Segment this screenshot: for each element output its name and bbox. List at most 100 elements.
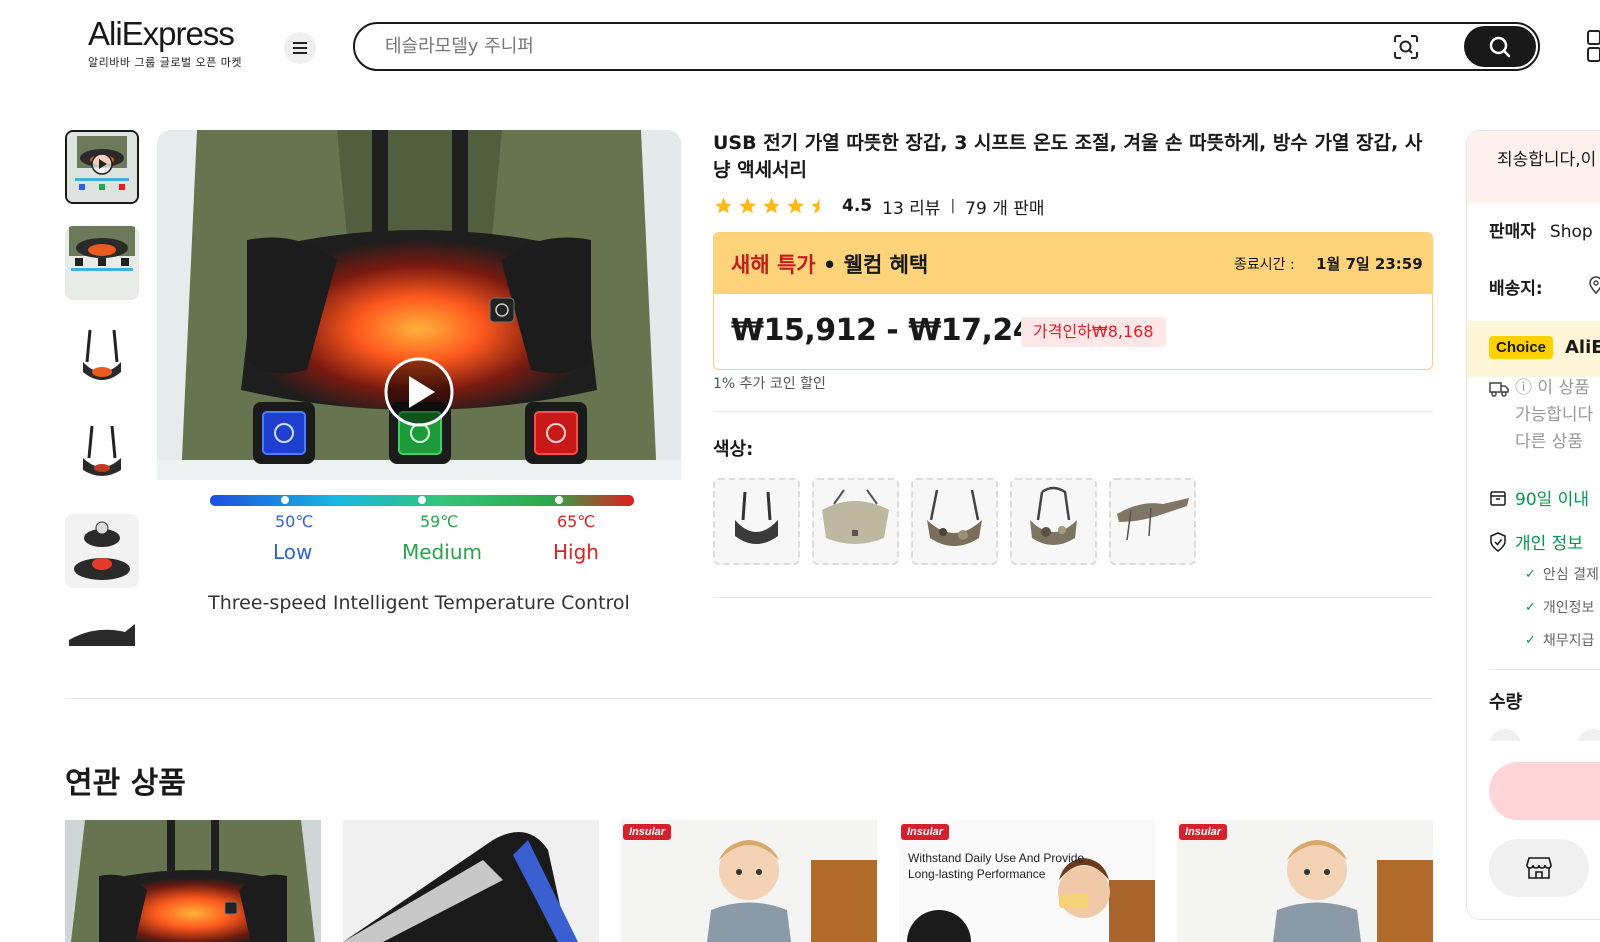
shield-check-icon <box>1490 531 1506 552</box>
check-text: 개인정보 <box>1542 600 1595 616</box>
insular-tag: Insular <box>1179 824 1228 840</box>
star-rating[interactable] <box>713 196 830 216</box>
star-icon <box>787 197 804 214</box>
star-icon <box>739 197 756 214</box>
logo-tagline: 알리바바 그룹 글로벌 오픈 마켓 <box>88 56 243 69</box>
level-medium: Medium <box>402 540 482 564</box>
related-product-card[interactable] <box>343 820 599 942</box>
discount-badge: 가격인하₩8,168 <box>1021 317 1166 347</box>
note-line-1: ⓘ 이 상품 <box>1515 378 1590 398</box>
search-input[interactable] <box>385 24 1285 69</box>
choice-bar: Choice AliE <box>1467 321 1600 377</box>
product-title: USB 전기 가열 따뜻한 장갑, 3 시프트 온도 조절, 겨울 손 따뜻하게… <box>713 132 1423 181</box>
main-product-image[interactable]: 50℃ 59℃ 65℃ Low Medium High Three-speed … <box>157 130 681 654</box>
divider <box>1489 669 1600 670</box>
increase-button[interactable] <box>1577 729 1600 741</box>
color-option-camo-3[interactable] <box>1109 478 1196 565</box>
divider: | <box>950 198 956 214</box>
thumbnail-video[interactable] <box>65 130 139 204</box>
product-image-caption: Withstand Daily Use And Provide Long-last… <box>908 850 1084 882</box>
logo-text: AliExpress <box>88 15 235 52</box>
search-button[interactable] <box>1464 26 1536 67</box>
caption-line-1: Withstand Daily Use And Provide <box>908 851 1085 865</box>
promo-subtitle: 웰컴 혜택 <box>843 253 929 277</box>
level-high: High <box>553 540 599 564</box>
insular-tag: Insular <box>901 824 950 840</box>
temp-medium: 59℃ <box>420 512 459 531</box>
check-icon: ✓ <box>1525 599 1536 615</box>
color-option-camo-2[interactable] <box>1010 478 1097 565</box>
price-range: ₩15,912 - ₩17,246 <box>731 313 1054 348</box>
divider <box>713 597 1433 598</box>
coin-discount-note: 1% 추가 코인 할인 <box>713 376 826 392</box>
search-icon <box>1489 36 1511 57</box>
check-text: 안심 결제 <box>1542 567 1599 583</box>
ship-label: 배송지: <box>1489 279 1543 299</box>
color-option-khaki[interactable] <box>812 478 899 565</box>
privacy-text: 개인 정보 <box>1515 534 1583 554</box>
check-item: ✓ 개인정보 <box>1525 597 1594 617</box>
promo-title-text: 새해 특가 <box>731 253 816 277</box>
level-low: Low <box>273 540 313 564</box>
promo-title: 새해 특가 • 웰컴 혜택 <box>731 249 928 279</box>
review-count[interactable]: 13 리뷰 <box>882 194 940 219</box>
related-products-title: 연관 상품 <box>65 766 186 801</box>
note-line-3: 다른 상품 <box>1515 432 1583 452</box>
color-label: 색상: <box>713 439 754 460</box>
color-option-black[interactable] <box>713 478 800 565</box>
caption-line-2: Long-lasting Performance <box>908 867 1046 881</box>
temp-high: 65℃ <box>557 512 596 531</box>
color-option-camo-1[interactable] <box>911 478 998 565</box>
store-button[interactable] <box>1489 839 1589 897</box>
promo-timer: 1월 7일 23:59 <box>1316 255 1423 273</box>
seller-row: 판매자 Shop <box>1489 217 1593 242</box>
return-policy-row[interactable]: 90일 이내 <box>1489 485 1589 510</box>
related-product-card[interactable] <box>65 820 321 942</box>
related-product-card[interactable]: Insular <box>1177 820 1433 942</box>
aliexpress-logo[interactable]: AliExpress 알리바바 그룹 글로벌 오픈 마켓 <box>88 16 258 74</box>
thumbnail-5[interactable] <box>65 514 139 588</box>
rating-value: 4.5 <box>842 196 873 216</box>
return-text: 90일 이내 <box>1515 490 1589 510</box>
divider <box>713 411 1433 412</box>
check-icon: ✓ <box>1525 632 1536 648</box>
check-item: ✓ 안심 결제 <box>1525 564 1599 584</box>
menu-icon[interactable] <box>284 32 316 64</box>
app-icon[interactable] <box>1586 28 1600 64</box>
image-caption: Three-speed Intelligent Temperature Cont… <box>208 592 630 614</box>
sold-count: 79 개 판매 <box>965 198 1045 219</box>
promo-timer-label: 종료시간 : <box>1234 257 1295 273</box>
truck-icon <box>1489 382 1509 397</box>
store-icon <box>1526 857 1552 879</box>
seller-value[interactable]: Shop <box>1550 222 1593 242</box>
thumbnail-3[interactable] <box>65 322 139 396</box>
star-icon <box>763 197 780 214</box>
rating-row: 4.5 13 리뷰 | 79 개 판매 <box>713 193 1045 219</box>
shipping-note: ⓘ 이 상품 가능합니다 다른 상품 <box>1515 375 1593 456</box>
related-products-list: Insular Insular Withstand Daily Use And … <box>65 820 1435 942</box>
thumbnail-2[interactable] <box>65 226 139 300</box>
related-product-card[interactable]: Insular <box>621 820 877 942</box>
buy-now-button[interactable] <box>1489 762 1600 820</box>
promo-box: 새해 특가 • 웰컴 혜택 종료시간 : 1월 7일 23:59 ₩15,912… <box>713 232 1433 370</box>
image-search-icon[interactable] <box>1392 33 1420 61</box>
check-text: 채무지급 <box>1542 633 1595 649</box>
ship-to-row[interactable]: 배송지: <box>1489 274 1600 299</box>
related-product-card[interactable]: Insular Withstand Daily Use And Provide L… <box>899 820 1155 942</box>
check-item: ✓ 채무지급 <box>1525 630 1594 650</box>
return-box-icon <box>1490 490 1506 506</box>
color-swatches <box>713 478 1196 565</box>
half-star-icon <box>811 197 828 214</box>
check-icon: ✓ <box>1525 566 1536 582</box>
quantity-stepper[interactable] <box>1489 729 1600 741</box>
divider <box>65 698 1433 699</box>
alert-text: 죄송합니다,이 <box>1497 150 1597 170</box>
seller-label: 판매자 <box>1489 222 1536 242</box>
quantity-label: 수량 <box>1489 692 1523 713</box>
privacy-row[interactable]: 개인 정보 <box>1489 529 1583 554</box>
decrease-button[interactable] <box>1489 729 1521 741</box>
thumbnail-6[interactable] <box>65 610 139 655</box>
purchase-panel: 죄송합니다,이 판매자 Shop 배송지: Choice AliE ⓘ 이 상품 … <box>1466 130 1600 920</box>
thumbnail-4[interactable] <box>65 418 139 492</box>
location-pin-icon <box>1589 276 1600 294</box>
